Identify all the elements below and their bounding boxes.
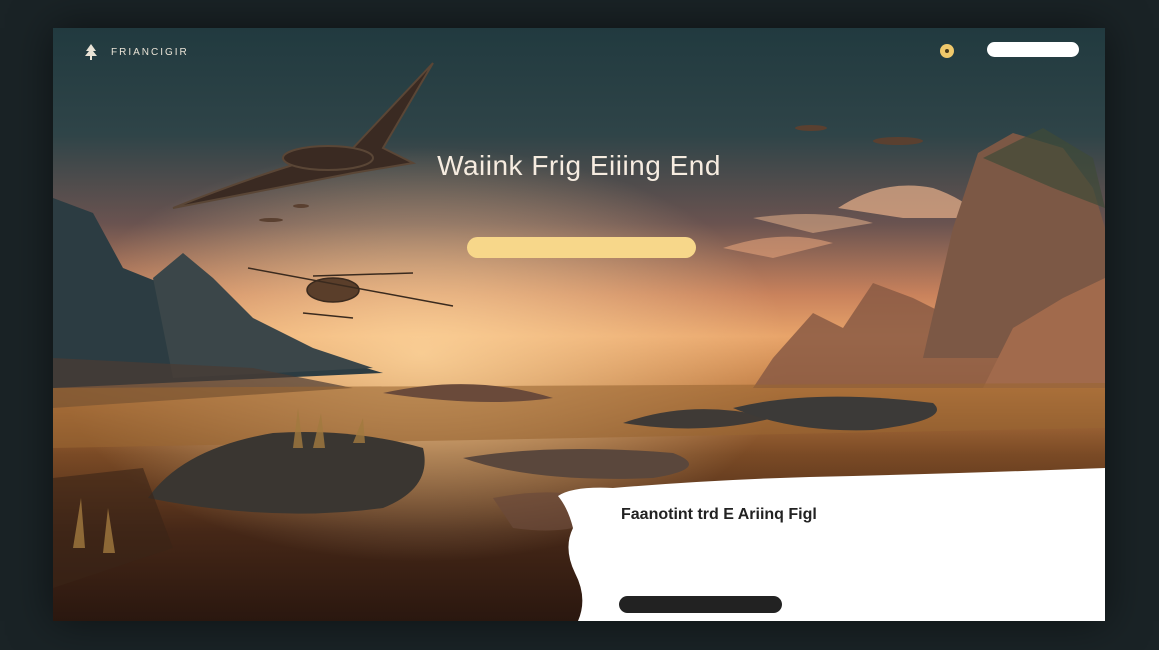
- card-title: Faanotint trd E Ariinq Figl: [621, 506, 817, 523]
- content-card-background: [558, 468, 1105, 621]
- card-action-button[interactable]: [619, 596, 782, 613]
- page-frame: FRIANCIGIR Waiink Frig Eiiing End Faanot…: [53, 28, 1105, 621]
